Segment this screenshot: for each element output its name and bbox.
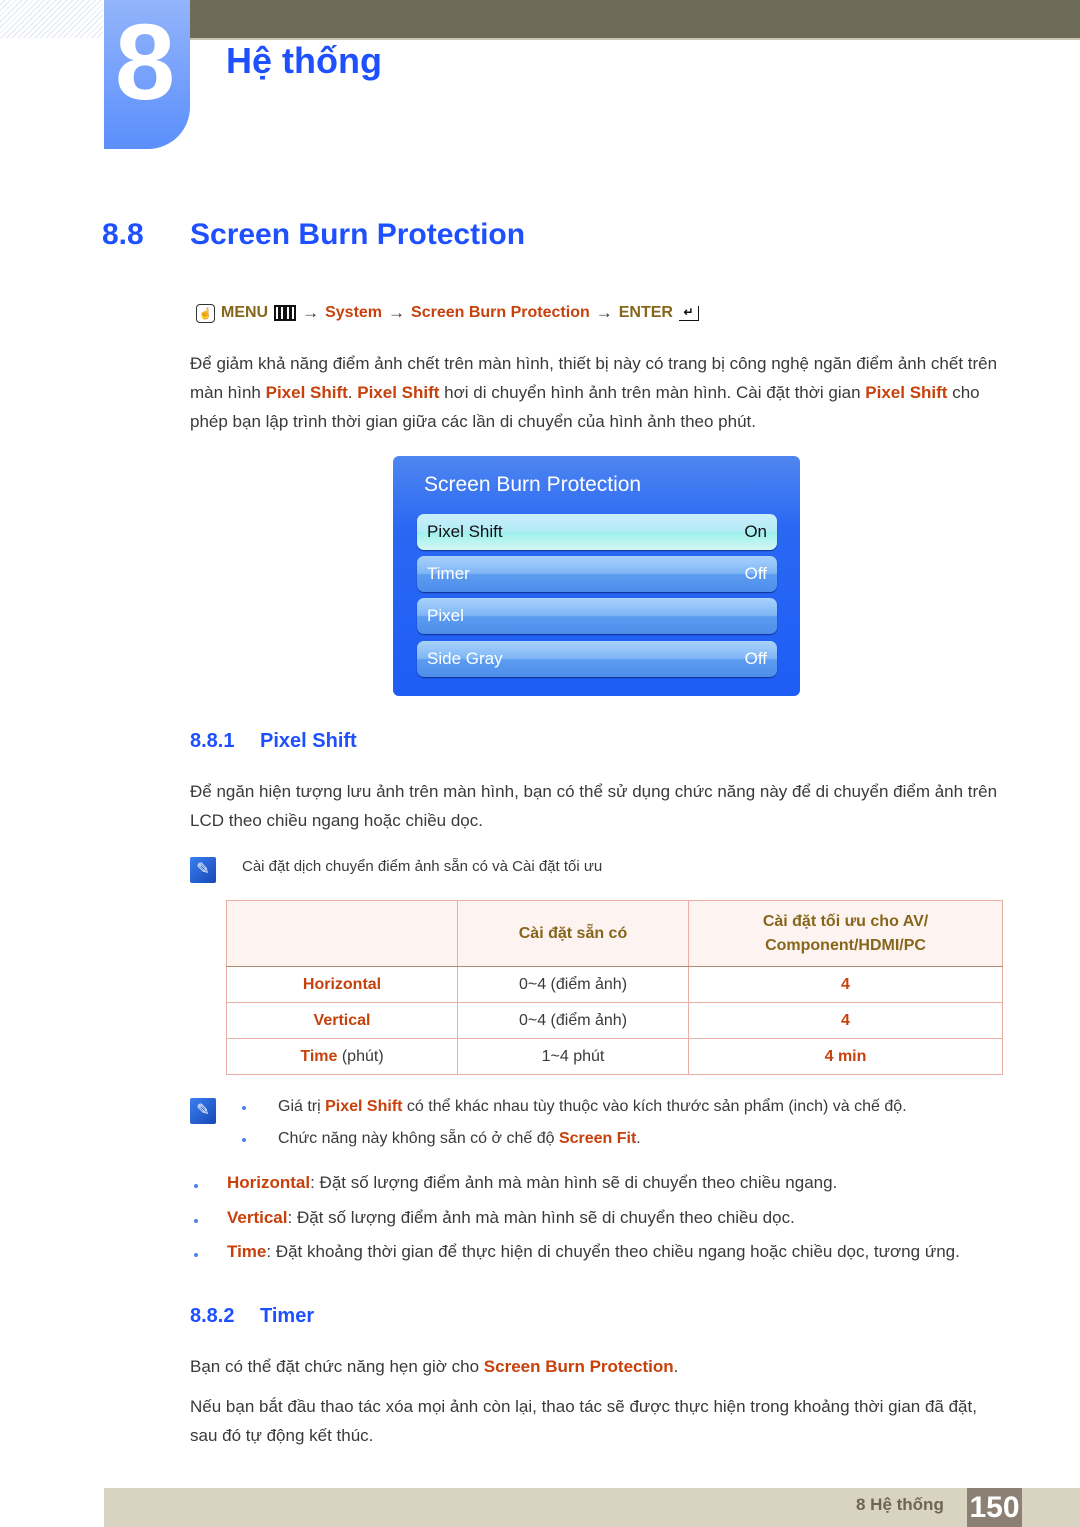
osd-item-value: Off	[744, 649, 767, 668]
intro-text: hơi di chuyển hình ảnh trên màn hình. Cà…	[439, 383, 866, 402]
menu-path: ☝ MENU → System → Screen Burn Protection…	[196, 303, 699, 323]
row-name-text: Time	[300, 1047, 338, 1065]
osd-item-label: Timer	[427, 564, 470, 583]
subsection-title-timer: 8.8.2 Timer	[190, 1305, 314, 1328]
table-header-empty	[226, 900, 458, 967]
header-hatch-decoration	[0, 0, 103, 38]
arrow-icon: →	[388, 303, 406, 322]
intro-paragraph: Để giảm khả năng điểm ảnh chết trên màn …	[190, 349, 1000, 436]
row-available: 1~4 phút	[457, 1038, 689, 1075]
pixel-shift-settings-table: Cài đặt sẵn có Cài đặt tối ưu cho AV/Com…	[226, 900, 1003, 1075]
osd-item-value: Off	[744, 564, 767, 583]
term-pixel-shift: Pixel Shift	[325, 1098, 403, 1115]
term-screen-burn-protection: Screen Burn Protection	[483, 1357, 674, 1376]
intro-text: .	[347, 383, 358, 402]
term-time: Time	[227, 1242, 267, 1261]
row-optimal: 4 min	[688, 1038, 1003, 1075]
timer-paragraph-2: Nếu bạn bắt đầu thao tác xóa mọi ảnh còn…	[190, 1397, 977, 1445]
osd-item-timer[interactable]: Timer Off	[417, 556, 777, 592]
table-header-available: Cài đặt sẵn có	[457, 900, 689, 967]
arrow-icon: →	[595, 303, 613, 322]
subsection-title-pixel-shift: 8.8.1 Pixel Shift	[190, 730, 357, 753]
osd-item-label: Pixel Shift	[427, 522, 503, 541]
menu-step-system: System	[325, 304, 383, 321]
chapter-tab: 8	[104, 0, 190, 149]
bullet-text: : Đặt khoảng thời gian để thực hiện di c…	[266, 1242, 960, 1261]
bullet-text: : Đặt số lượng điểm ảnh mà màn hình sẽ d…	[310, 1173, 838, 1192]
osd-item-side-gray[interactable]: Side Gray Off	[417, 641, 777, 677]
section-title: 8.8 Screen Burn Protection	[102, 218, 525, 252]
subsection-title-text: Pixel Shift	[260, 730, 357, 752]
timer-paragraph-1: Bạn có thể đặt chức năng hẹn giờ cho Scr…	[190, 1352, 1000, 1381]
note-pencil-icon: ✎	[190, 857, 216, 883]
row-available: 0~4 (điểm ảnh)	[457, 966, 689, 1003]
osd-menu-title: Screen Burn Protection	[424, 473, 642, 496]
note-text: Chức năng này không sẵn có ở chế độ	[278, 1130, 559, 1147]
term-pixel-shift: Pixel Shift	[865, 383, 948, 402]
term-pixel-shift: Pixel Shift	[265, 383, 348, 402]
row-name-text: Horizontal	[302, 975, 382, 993]
list-item: Giá trị Pixel Shift có thể khác nhau tùy…	[240, 1093, 907, 1125]
row-optimal: 4	[688, 1002, 1003, 1039]
list-item: Horizontal: Đặt số lượng điểm ảnh mà màn…	[190, 1168, 1030, 1203]
list-item: Chức năng này không sẵn có ở chế độ Scre…	[240, 1125, 907, 1157]
header-line: Cài đặt tối ưu cho AV/	[762, 912, 929, 930]
menu-label: MENU	[221, 304, 269, 321]
osd-item-pixel[interactable]: Pixel	[417, 598, 777, 634]
row-name-text: Vertical	[313, 1011, 371, 1029]
note-pencil-icon: ✎	[190, 1098, 216, 1124]
term-screen-fit: Screen Fit	[558, 1130, 637, 1147]
note-text: Giá trị	[278, 1098, 326, 1115]
arrow-icon: →	[302, 303, 320, 322]
table-row: Vertical 0~4 (điểm ảnh) 4	[226, 1002, 1003, 1039]
note-text: .	[636, 1130, 641, 1147]
timer-text: .	[673, 1357, 679, 1376]
menu-grid-icon	[274, 305, 297, 321]
note-text: Cài đặt dịch chuyển điểm ảnh sẵn có và C…	[242, 858, 603, 875]
term-horizontal: Horizontal	[227, 1173, 311, 1192]
table-header-row: Cài đặt sẵn có Cài đặt tối ưu cho AV/Com…	[226, 900, 1003, 967]
header-bar	[190, 0, 1080, 38]
osd-item-label: Side Gray	[427, 649, 503, 668]
row-optimal: 4	[688, 966, 1003, 1003]
osd-item-label: Pixel	[427, 606, 464, 625]
subsection-number: 8.8.1	[190, 730, 235, 752]
enter-icon: ↵	[678, 305, 699, 321]
osd-item-pixel-shift[interactable]: Pixel Shift On	[417, 514, 777, 550]
timer-text: Bạn có thể đặt chức năng hẹn giờ cho	[190, 1357, 484, 1376]
chapter-title: Hệ thống	[226, 40, 382, 81]
list-item: Time: Đặt khoảng thời gian để thực hiện …	[190, 1237, 1030, 1272]
setting-bullets: Horizontal: Đặt số lượng điểm ảnh mà màn…	[190, 1168, 1030, 1272]
row-unit: (phút)	[337, 1047, 384, 1065]
section-number: 8.8	[102, 218, 144, 251]
table-header-optimal: Cài đặt tối ưu cho AV/Component/HDMI/PC	[688, 900, 1003, 967]
pixel-shift-description: Để ngăn hiện tượng lưu ảnh trên màn hình…	[190, 782, 998, 830]
table-row: Time (phút) 1~4 phút 4 min	[226, 1038, 1003, 1075]
section-title-text: Screen Burn Protection	[190, 218, 526, 251]
page-footer: 8 Hệ thống 150	[104, 1488, 1080, 1527]
bullet-text: : Đặt số lượng điểm ảnh mà màn hình sẽ d…	[287, 1207, 795, 1227]
subsection-number: 8.8.2	[190, 1305, 235, 1327]
remote-hand-icon: ☝	[196, 303, 215, 323]
row-name: Time (phút)	[226, 1038, 458, 1075]
note-list: Giá trị Pixel Shift có thể khác nhau tùy…	[240, 1093, 907, 1157]
note-text: có thể khác nhau tùy thuộc vào kích thướ…	[402, 1098, 907, 1115]
term-vertical: Vertical	[227, 1207, 288, 1227]
subsection-title-text: Timer	[260, 1305, 315, 1327]
menu-step-screen-burn-protection: Screen Burn Protection	[411, 304, 590, 321]
enter-label: ENTER	[618, 304, 673, 321]
row-name: Vertical	[226, 1002, 458, 1039]
page-number: 150	[967, 1488, 1022, 1527]
row-name: Horizontal	[226, 966, 458, 1003]
row-available: 0~4 (điểm ảnh)	[457, 1002, 689, 1039]
osd-item-value: On	[744, 522, 767, 541]
chapter-number: 8	[114, 1, 176, 122]
table-row: Horizontal 0~4 (điểm ảnh) 4	[226, 966, 1003, 1003]
term-pixel-shift: Pixel Shift	[357, 383, 440, 402]
footer-chapter-label: 8 Hệ thống	[856, 1495, 944, 1514]
osd-menu: Screen Burn Protection Pixel Shift On Ti…	[393, 456, 800, 696]
header-line: Component/HDMI/PC	[765, 936, 926, 954]
list-item: Vertical: Đặt số lượng điểm ảnh mà màn h…	[190, 1203, 1030, 1238]
